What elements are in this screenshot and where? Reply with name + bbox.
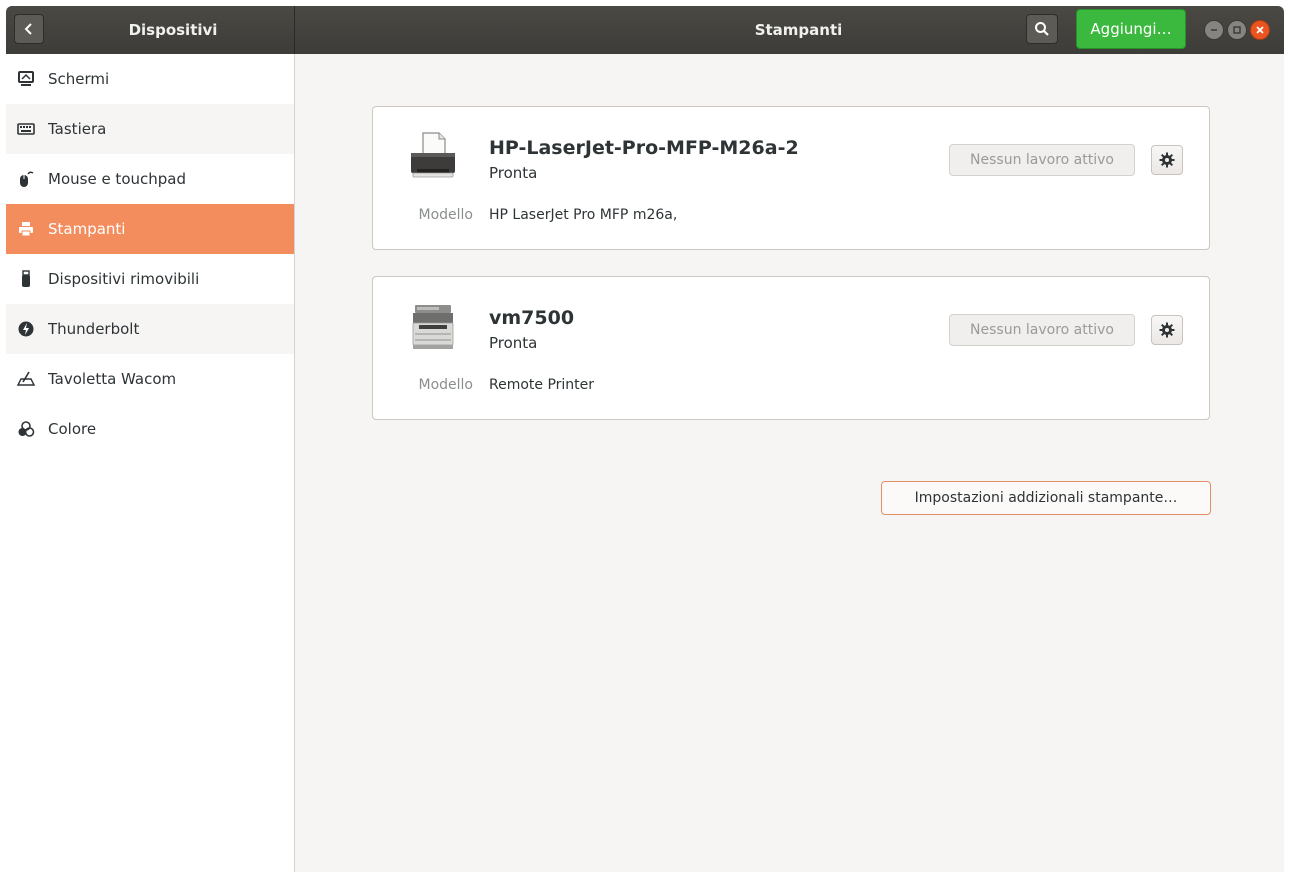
printer-icon bbox=[403, 129, 463, 189]
chevron-left-icon bbox=[24, 23, 32, 35]
sidebar-item-label: Schermi bbox=[48, 70, 110, 88]
sidebar-item-schermi[interactable]: Schermi bbox=[6, 54, 294, 104]
sidebar-title: Dispositivi bbox=[128, 21, 218, 39]
settings-window: Dispositivi Stampanti Aggiungi… Schermi … bbox=[6, 6, 1284, 872]
sidebar-item-colore[interactable]: Colore bbox=[6, 404, 294, 454]
sidebar-item-label: Mouse e touchpad bbox=[48, 170, 186, 188]
model-value: Remote Printer bbox=[489, 377, 595, 393]
search-icon bbox=[1035, 22, 1049, 36]
sidebar-item-dispositivi-rimovibili[interactable]: Dispositivi rimovibili bbox=[6, 254, 294, 304]
tablet-icon bbox=[16, 369, 36, 389]
keyboard-icon bbox=[16, 119, 36, 139]
gear-icon bbox=[1159, 152, 1175, 168]
active-jobs-button[interactable]: Nessun lavoro attivo bbox=[949, 144, 1135, 176]
thunderbolt-icon bbox=[16, 319, 36, 339]
minimize-icon bbox=[1211, 29, 1217, 31]
gear-icon bbox=[1159, 322, 1175, 338]
display-icon bbox=[16, 69, 36, 89]
sidebar-item-tastiera[interactable]: Tastiera bbox=[6, 104, 294, 154]
add-printer-button[interactable]: Aggiungi… bbox=[1076, 9, 1186, 49]
printer-settings-button[interactable] bbox=[1151, 315, 1183, 345]
printer-card: HP-LaserJet-Pro-MFP-M26a-2 Pronta Nessun… bbox=[372, 106, 1210, 250]
printer-name: HP-LaserJet-Pro-MFP-M26a-2 bbox=[489, 137, 799, 159]
close-icon bbox=[1256, 26, 1264, 34]
sidebar-item-label: Dispositivi rimovibili bbox=[48, 270, 200, 288]
sidebar-item-tavoletta-wacom[interactable]: Tavoletta Wacom bbox=[6, 354, 294, 404]
sidebar-item-label: Colore bbox=[48, 420, 97, 438]
printer-status: Pronta bbox=[489, 164, 538, 182]
sidebar-item-label: Tavoletta Wacom bbox=[48, 370, 177, 388]
sidebar-item-label: Thunderbolt bbox=[48, 320, 140, 338]
back-button[interactable] bbox=[14, 14, 44, 44]
window-controls bbox=[1204, 19, 1276, 41]
model-label: Modello bbox=[418, 207, 474, 223]
mouse-icon bbox=[16, 169, 36, 189]
additional-printer-settings-button[interactable]: Impostazioni addizionali stampante… bbox=[881, 481, 1211, 515]
close-button[interactable] bbox=[1250, 20, 1270, 40]
printer-name: vm7500 bbox=[489, 307, 575, 329]
printer-icon bbox=[16, 219, 36, 239]
model-label: Modello bbox=[418, 377, 474, 393]
header-bar: Dispositivi Stampanti Aggiungi… bbox=[6, 6, 1284, 54]
printer-settings-button[interactable] bbox=[1151, 145, 1183, 175]
sidebar-item-label: Stampanti bbox=[48, 220, 126, 238]
multifunction-printer-icon bbox=[403, 299, 463, 359]
sidebar-item-thunderbolt[interactable]: Thunderbolt bbox=[6, 304, 294, 354]
printer-status: Pronta bbox=[489, 334, 538, 352]
maximize-icon bbox=[1233, 26, 1241, 34]
search-button[interactable] bbox=[1026, 14, 1058, 44]
color-icon bbox=[16, 419, 36, 439]
maximize-button[interactable] bbox=[1227, 20, 1247, 40]
usb-drive-icon bbox=[16, 269, 36, 289]
sidebar-item-stampanti[interactable]: Stampanti bbox=[6, 204, 294, 254]
minimize-button[interactable] bbox=[1204, 20, 1224, 40]
active-jobs-button[interactable]: Nessun lavoro attivo bbox=[949, 314, 1135, 346]
printer-card: vm7500 Pronta Nessun lavoro attivo Model… bbox=[372, 276, 1210, 420]
sidebar: Schermi Tastiera Mouse e touchpad Stampa… bbox=[6, 54, 295, 872]
sidebar-item-mouse[interactable]: Mouse e touchpad bbox=[6, 154, 294, 204]
model-value: HP LaserJet Pro MFP m26a, bbox=[489, 207, 678, 223]
sidebar-item-label: Tastiera bbox=[48, 120, 107, 138]
printers-panel: HP-LaserJet-Pro-MFP-M26a-2 Pronta Nessun… bbox=[295, 54, 1284, 872]
